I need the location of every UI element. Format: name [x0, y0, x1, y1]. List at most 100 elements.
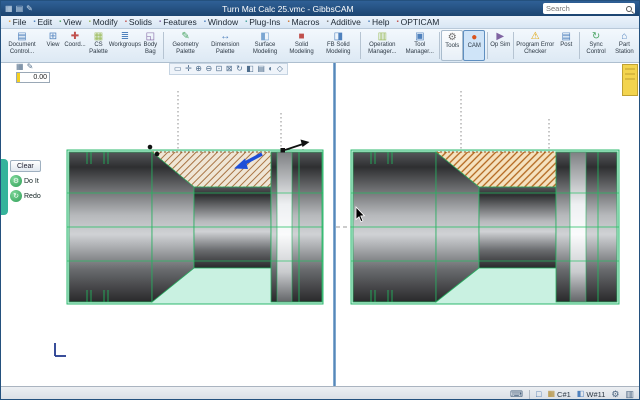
menu-additive[interactable]: ▪Additive: [323, 16, 364, 28]
toolbar-button-document-control[interactable]: ▤ Document Control...: [2, 30, 42, 61]
statusbar: ⌨ □ ▦ C#1 ◧ W#11 ⚙ ▥: [1, 386, 639, 400]
toolbar-button-cam[interactable]: ● CAM: [463, 30, 485, 61]
cutting-tool-badge[interactable]: ▦ C#1: [547, 390, 570, 399]
menu-macros-icon: ▪: [287, 19, 289, 25]
menu-file[interactable]: ▪File: [5, 16, 30, 28]
body-bag-icon: ◱: [146, 31, 155, 42]
fb-solid-icon: ◨: [334, 31, 343, 42]
toolbar-button-geometry-palette[interactable]: ✎ Geometry Palette: [166, 30, 205, 61]
menu-label: Solids: [129, 17, 152, 27]
menu-label: Help: [372, 17, 389, 27]
geometry-icon: ✎: [181, 31, 189, 42]
menu-solids[interactable]: ▪Solids: [121, 16, 155, 28]
menu-view[interactable]: ▪View: [56, 16, 85, 28]
menu-opticam[interactable]: ▪OPTICAM: [393, 16, 443, 28]
zoom-out-icon[interactable]: ⊖: [205, 65, 212, 73]
toolbar-separator: [163, 32, 164, 59]
cutting-tool-label: C#1: [557, 390, 571, 399]
search-box[interactable]: [543, 3, 635, 14]
toolbar-separator: [439, 32, 440, 59]
select-icon[interactable]: ▭: [174, 65, 182, 73]
toolbar-button-op-sim[interactable]: ▶ Op Sim: [489, 30, 511, 61]
left-viewport[interactable]: [1, 63, 333, 386]
fit-view-icon[interactable]: ⊠: [226, 65, 233, 73]
toolbar-button-sync-control[interactable]: ↻ Sync Control: [581, 30, 611, 61]
coordinate-readout: ▦ ✎ 0.00: [16, 63, 50, 83]
drag-handle-dot[interactable]: [148, 145, 153, 150]
app-grid-icon[interactable]: ▦: [5, 5, 13, 13]
toolbar-button-part-station[interactable]: ⌂ Part Station: [611, 30, 638, 61]
toolbar-button-label: Op Sim: [490, 42, 510, 49]
workgroup-badge[interactable]: ◧ W#11: [577, 390, 606, 399]
iso-view-icon[interactable]: ◧: [246, 65, 254, 73]
right-viewport[interactable]: [336, 63, 640, 386]
toolbar-button-label: Tools: [445, 43, 459, 50]
edit-value-icon[interactable]: ✎: [27, 63, 34, 71]
search-icon[interactable]: [626, 6, 632, 12]
coord-icon: ✚: [71, 31, 79, 42]
menu-plugins[interactable]: ▪Plug-Ins: [242, 16, 284, 28]
menu-edit[interactable]: ▪Edit: [30, 16, 56, 28]
gear-icon[interactable]: ⚙: [611, 390, 619, 399]
toolbar-button-cs-palette[interactable]: ▦ CS Palette: [86, 30, 111, 61]
keyboard-icon[interactable]: ⌨: [510, 390, 523, 399]
toolbar-button-program-error-checker[interactable]: ⚠ Program Error Checker: [515, 30, 555, 61]
toolbar-separator: [360, 32, 361, 59]
menu-window[interactable]: ▪Window: [200, 16, 241, 28]
flyout-handle[interactable]: [1, 159, 8, 215]
workgroups-icon: ≣: [121, 31, 129, 42]
redo-button[interactable]: ↻ Redo: [10, 190, 41, 202]
toolbar-button-label: Sync Control: [582, 42, 610, 55]
menu-plugins-icon: ▪: [245, 19, 247, 25]
drag-handle-dot[interactable]: [155, 152, 160, 157]
menu-additive-icon: ▪: [326, 19, 328, 25]
zoom-in-icon[interactable]: ⊕: [195, 65, 202, 73]
menu-help[interactable]: ▪Help: [364, 16, 393, 28]
zoom-window-icon[interactable]: ⊡: [216, 65, 223, 73]
toolbar-button-label: Part Station: [612, 42, 637, 55]
menu-modify[interactable]: ▪Modify: [85, 16, 121, 28]
toolbar-button-label: Geometry Palette: [167, 42, 204, 55]
titlebar: ▦ ▤ ✎ Turn Mat Calc 25.vmc - GibbsCAM: [1, 1, 639, 16]
wireframe-icon[interactable]: ◇: [277, 65, 283, 73]
toolbar-button-body-bag[interactable]: ◱ Body Bag: [139, 30, 162, 61]
toolbar-button-solid-modeling[interactable]: ■ Solid Modeling: [285, 30, 319, 61]
toolbar-button-fb-solid-modeling[interactable]: ◨ FB Solid Modeling: [318, 30, 358, 61]
menu-label: Window: [208, 17, 238, 27]
workspace-icon[interactable]: ▦: [16, 63, 24, 71]
toolbar-button-workgroups[interactable]: ≣ Workgroups: [111, 30, 139, 61]
menu-features-icon: ▪: [159, 19, 161, 25]
toolbar-button-post[interactable]: ▤ Post: [555, 30, 577, 61]
menu-label: Modify: [93, 17, 118, 27]
shading-icon[interactable]: ◐: [268, 65, 273, 73]
menu-macros[interactable]: ▪Macros: [284, 16, 323, 28]
app-edit-icon[interactable]: ✎: [26, 5, 33, 13]
menu-label: Features: [163, 17, 197, 27]
pan-icon[interactable]: ✛: [185, 65, 192, 73]
menu-solids-icon: ▪: [125, 19, 127, 25]
grid-sb-icon[interactable]: ▥: [625, 390, 634, 399]
monitor-icon[interactable]: □: [536, 390, 541, 399]
program-error-icon: ⚠: [531, 31, 540, 42]
notes-palette[interactable]: [622, 64, 638, 96]
toolbar-button-surface-modeling[interactable]: ◧ Surface Modeling: [245, 30, 284, 61]
toolbar-button-operation-manager[interactable]: ▥ Operation Manager...: [362, 30, 402, 61]
toolbar-button-view[interactable]: ⊞ View: [42, 30, 64, 61]
menu-features[interactable]: ▪Features: [156, 16, 201, 28]
toolbar-button-dimension-palette[interactable]: ↔ Dimension Palette: [205, 30, 245, 61]
top-view-icon[interactable]: ▤: [257, 65, 265, 73]
do-it-icon: ⚙: [10, 175, 22, 187]
app-doc-icon[interactable]: ▤: [16, 5, 24, 13]
search-input[interactable]: [546, 4, 624, 14]
window-title: Turn Mat Calc 25.vmc - GibbsCAM: [36, 4, 540, 14]
toolbar-button-label: Operation Manager...: [363, 42, 401, 55]
toolbar-button-tools[interactable]: ⚙ Tools: [441, 30, 463, 61]
viewport-area: ▭ ✛ ⊕ ⊖ ⊡ ⊠ ↻ ◧ ▤ ◐ ◇ ▦ ✎ 0.00: [1, 63, 639, 386]
coordinate-field[interactable]: 0.00: [16, 72, 50, 83]
toolbar-button-tool-manager[interactable]: ▣ Tool Manager...: [402, 30, 437, 61]
do-it-button[interactable]: ⚙ Do It: [10, 175, 41, 187]
rotate-view-icon[interactable]: ↻: [236, 65, 243, 73]
toolbar-button-label: View: [47, 42, 60, 49]
toolbar-button-coord[interactable]: ✚ Coord...: [64, 30, 86, 61]
clear-button[interactable]: Clear: [10, 160, 41, 172]
